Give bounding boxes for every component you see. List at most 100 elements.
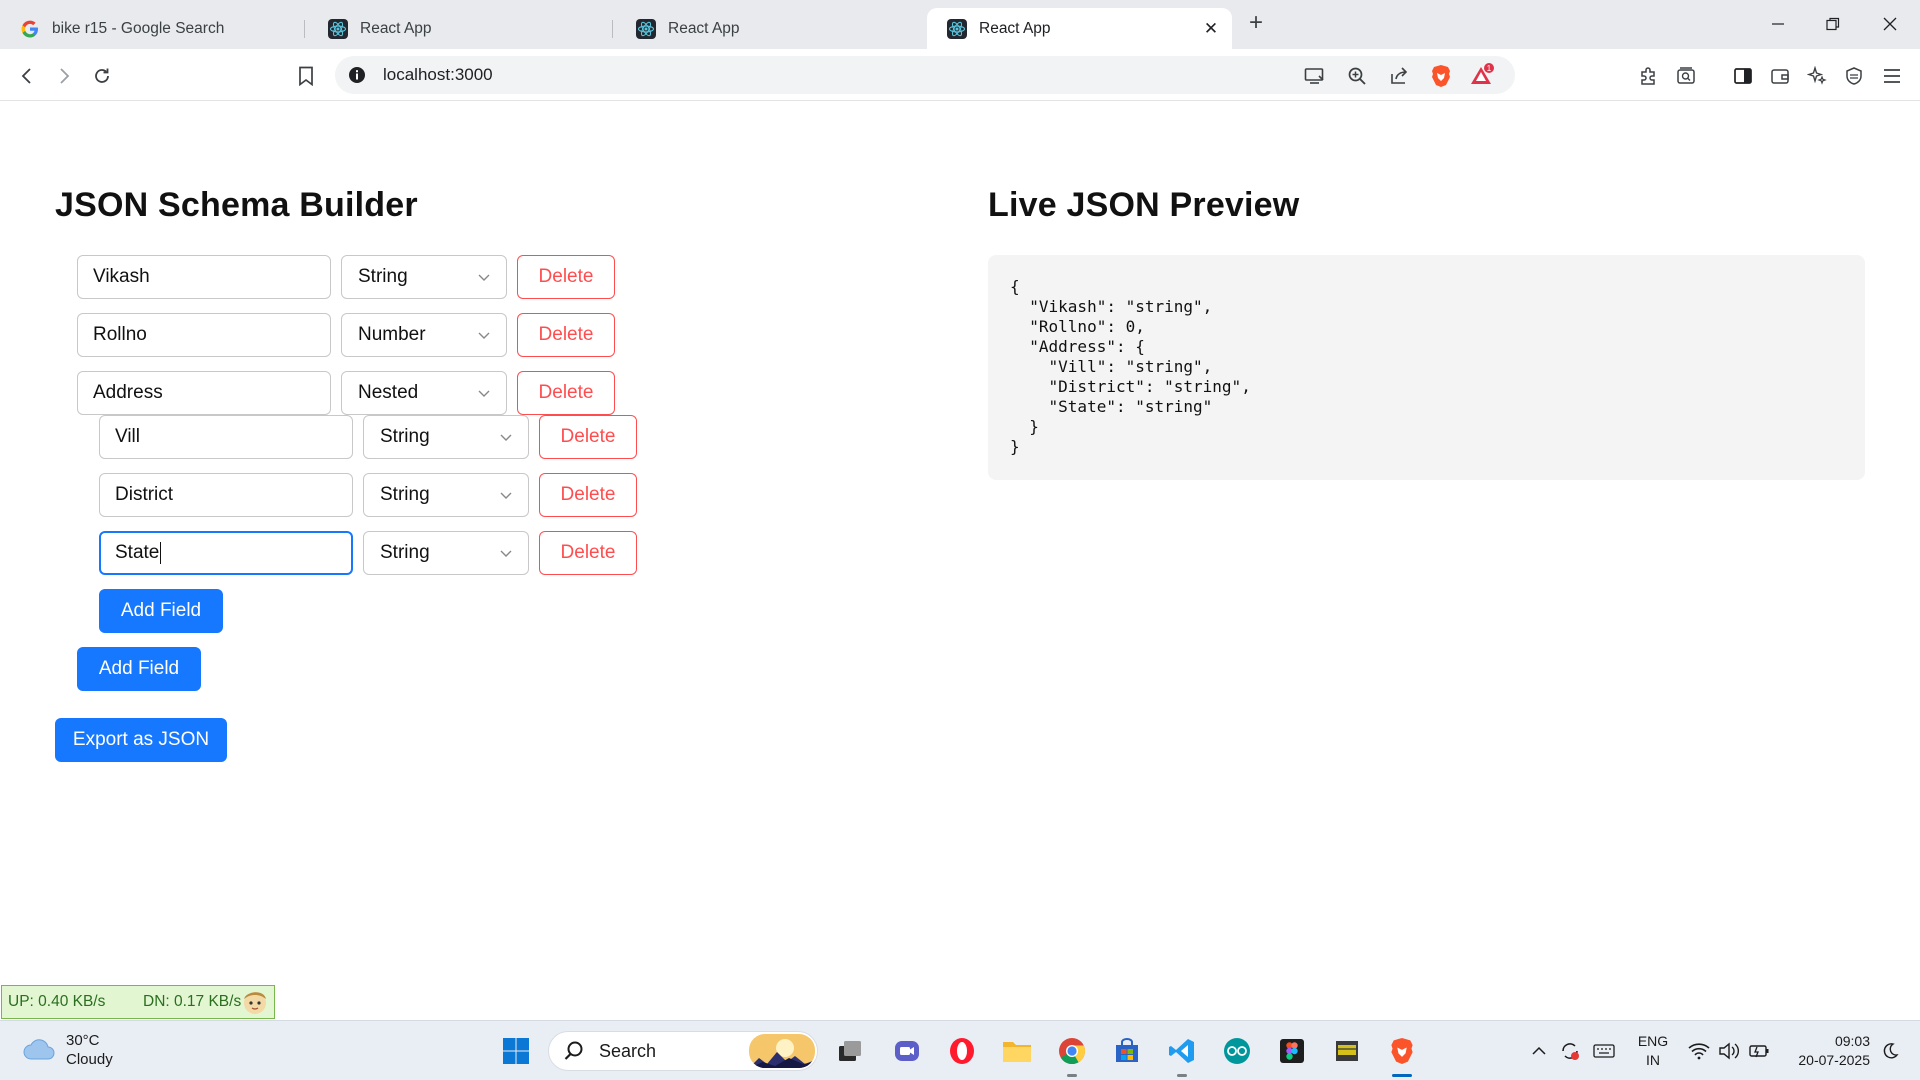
clock-time: 09:03 bbox=[1834, 1033, 1870, 1049]
delete-button[interactable]: Delete bbox=[539, 415, 637, 459]
delete-button[interactable]: Delete bbox=[539, 531, 637, 575]
tab-strip: bike r15 - Google Search React App React… bbox=[0, 0, 1920, 49]
tab-google-search[interactable]: bike r15 - Google Search bbox=[0, 8, 305, 49]
tab-title: bike r15 - Google Search bbox=[52, 19, 225, 37]
field-name-input[interactable]: Rollno bbox=[77, 313, 331, 357]
delete-button[interactable]: Delete bbox=[517, 371, 615, 415]
field-type-select[interactable]: String bbox=[363, 531, 529, 575]
keyboard-icon[interactable] bbox=[1589, 1033, 1619, 1069]
field-type-select[interactable]: String bbox=[363, 415, 529, 459]
menu-icon[interactable] bbox=[1877, 61, 1907, 91]
field-type-select[interactable]: String bbox=[363, 473, 529, 517]
chevron-down-icon bbox=[500, 492, 512, 499]
opera-icon[interactable] bbox=[944, 1033, 980, 1069]
delete-button[interactable]: Delete bbox=[517, 255, 615, 299]
brave-shields-icon[interactable] bbox=[1428, 63, 1454, 89]
field-type-value: String bbox=[380, 542, 430, 563]
chrome-icon[interactable] bbox=[1054, 1033, 1090, 1069]
field-type-value: String bbox=[380, 426, 430, 447]
close-tab-icon[interactable]: ✕ bbox=[1202, 20, 1220, 38]
field-name-input[interactable]: Address bbox=[77, 371, 331, 415]
taskbar: 30°C Cloudy Search ENG IN 09:03 20-07-20… bbox=[0, 1020, 1920, 1080]
url-text: localhost:3000 bbox=[383, 65, 493, 84]
zoom-icon[interactable] bbox=[1344, 63, 1370, 89]
task-view-icon[interactable] bbox=[832, 1033, 868, 1069]
react-icon bbox=[328, 18, 348, 39]
address-bar[interactable]: localhost:3000 1 bbox=[335, 56, 1515, 94]
share-icon[interactable] bbox=[1386, 63, 1412, 89]
cloud-icon bbox=[23, 1039, 55, 1060]
export-json-button[interactable]: Export as JSON bbox=[55, 718, 227, 762]
add-field-button[interactable]: Add Field bbox=[77, 647, 201, 691]
battery-icon[interactable] bbox=[1745, 1033, 1773, 1069]
tab-title: React App bbox=[360, 19, 432, 37]
restore-icon[interactable] bbox=[1818, 10, 1848, 38]
figma-icon[interactable] bbox=[1274, 1033, 1310, 1069]
field-name-input[interactable]: Vill bbox=[99, 415, 353, 459]
file-explorer-icon[interactable] bbox=[999, 1033, 1035, 1069]
tab-react-app-2[interactable]: React App bbox=[616, 8, 921, 49]
brave-rewards-icon[interactable]: 1 bbox=[1470, 63, 1496, 89]
reload-icon[interactable] bbox=[87, 61, 117, 91]
json-preview-code: { "Vikash": "string", "Rollno": 0, "Addr… bbox=[1010, 277, 1251, 456]
builder-title: JSON Schema Builder bbox=[55, 186, 418, 224]
google-icon bbox=[20, 19, 40, 39]
search-placeholder: Search bbox=[599, 1040, 657, 1061]
active-app-indicator bbox=[1392, 1074, 1412, 1077]
back-icon[interactable] bbox=[12, 61, 42, 91]
json-preview-panel: { "Vikash": "string", "Rollno": 0, "Addr… bbox=[988, 255, 1865, 480]
text-cursor bbox=[160, 542, 162, 564]
search-icon bbox=[564, 1041, 583, 1060]
field-type-select[interactable]: String bbox=[341, 255, 507, 299]
close-window-icon[interactable] bbox=[1875, 10, 1905, 38]
language-indicator[interactable]: ENG IN bbox=[1636, 1032, 1670, 1070]
cast-icon[interactable] bbox=[1302, 63, 1328, 89]
field-name-input[interactable]: District bbox=[99, 473, 353, 517]
chevron-up-icon[interactable] bbox=[1527, 1033, 1551, 1069]
weather-widget[interactable]: 30°C Cloudy bbox=[22, 1031, 113, 1069]
field-type-select[interactable]: Number bbox=[341, 313, 507, 357]
bookmark-icon[interactable] bbox=[291, 61, 321, 91]
field-name-text: State bbox=[115, 542, 160, 563]
field-type-value: String bbox=[380, 484, 430, 505]
store-icon[interactable] bbox=[1109, 1033, 1145, 1069]
forward-icon[interactable] bbox=[49, 61, 79, 91]
field-type-value: String bbox=[358, 266, 408, 287]
sync-icon[interactable] bbox=[1555, 1033, 1585, 1069]
volume-icon[interactable] bbox=[1715, 1033, 1743, 1069]
focus-moon-icon[interactable] bbox=[1876, 1033, 1904, 1069]
site-info-icon[interactable] bbox=[347, 65, 367, 85]
vpn-icon[interactable] bbox=[1839, 61, 1869, 91]
brave-taskbar-icon[interactable] bbox=[1384, 1033, 1420, 1069]
upload-speed: UP: 0.40 KB/s bbox=[8, 993, 106, 1010]
tab-title: React App bbox=[668, 19, 740, 37]
field-type-select[interactable]: Nested bbox=[341, 371, 507, 415]
wallet-icon[interactable] bbox=[1765, 61, 1795, 91]
tab-react-app-active[interactable]: React App ✕ bbox=[927, 8, 1232, 49]
taskbar-search[interactable]: Search bbox=[548, 1031, 818, 1071]
archive-app-icon[interactable] bbox=[1329, 1033, 1365, 1069]
minimize-icon[interactable] bbox=[1763, 10, 1793, 38]
react-icon bbox=[947, 18, 967, 39]
leo-search-icon[interactable] bbox=[1671, 61, 1701, 91]
delete-button[interactable]: Delete bbox=[539, 473, 637, 517]
add-nested-field-button[interactable]: Add Field bbox=[99, 589, 223, 633]
field-type-value: Number bbox=[358, 324, 426, 345]
clock[interactable]: 09:03 20-07-2025 bbox=[1786, 1032, 1870, 1070]
sidebar-icon[interactable] bbox=[1728, 61, 1758, 91]
arduino-icon[interactable] bbox=[1219, 1033, 1255, 1069]
field-name-input-focused[interactable]: State bbox=[99, 531, 353, 575]
chevron-down-icon bbox=[478, 332, 490, 339]
extensions-icon[interactable] bbox=[1634, 61, 1664, 91]
tab-react-app-1[interactable]: React App bbox=[308, 8, 613, 49]
vscode-icon[interactable] bbox=[1164, 1033, 1200, 1069]
delete-button[interactable]: Delete bbox=[517, 313, 615, 357]
wifi-icon[interactable] bbox=[1685, 1033, 1713, 1069]
tab-title: React App bbox=[979, 19, 1051, 37]
start-icon[interactable] bbox=[498, 1033, 534, 1069]
leo-ai-icon[interactable] bbox=[1802, 61, 1832, 91]
field-type-value: Nested bbox=[358, 382, 419, 403]
meet-icon[interactable] bbox=[889, 1033, 925, 1069]
field-name-input[interactable]: Vikash bbox=[77, 255, 331, 299]
new-tab-button[interactable]: + bbox=[1244, 11, 1268, 36]
